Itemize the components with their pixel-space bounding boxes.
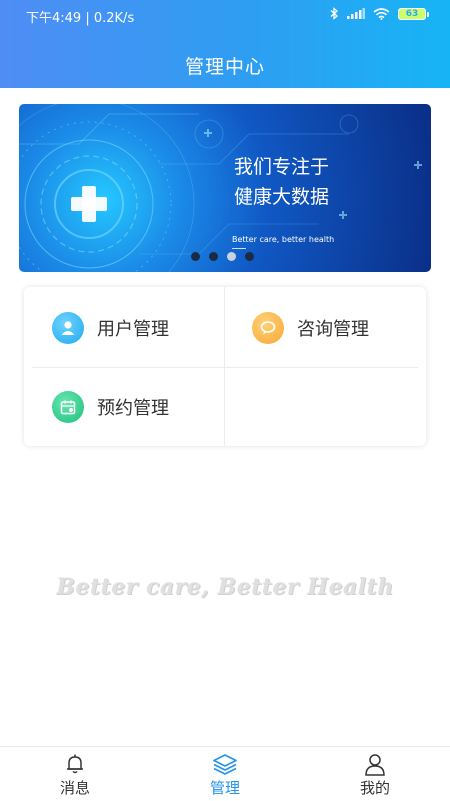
person-icon <box>363 752 387 776</box>
tab-messages[interactable]: 消息 <box>0 747 150 801</box>
bell-icon <box>63 752 87 776</box>
tab-management[interactable]: 管理 <box>150 747 300 801</box>
slogan-watermark: Better care, Better Health <box>56 574 394 600</box>
banner-subtitle: Better care, better health <box>232 235 335 244</box>
status-time-speed: 下午4:49 | 0.2K/s <box>26 7 134 26</box>
banner-line-2: 健康大数据 <box>234 186 330 208</box>
status-bar: 下午4:49 | 0.2K/s 63 <box>0 0 450 30</box>
menu-item-label: 咨询管理 <box>297 319 369 340</box>
bluetooth-icon <box>330 7 338 20</box>
status-icons: 63 <box>330 7 429 20</box>
calendar-icon <box>52 391 84 423</box>
carousel-dot[interactable] <box>209 252 218 261</box>
layers-icon <box>212 752 238 776</box>
signal-icon <box>347 8 365 19</box>
status-time: 下午4:49 <box>26 11 82 26</box>
menu-item-label: 预约管理 <box>97 398 169 419</box>
battery-level: 63 <box>405 8 419 19</box>
grid-divider-horizontal <box>32 367 418 368</box>
menu-item-consult-management[interactable]: 咨询管理 <box>252 308 369 348</box>
carousel-dot-active[interactable] <box>227 252 236 261</box>
bottom-tab-bar: 消息 管理 我的 <box>0 746 450 800</box>
medical-cross-graphic <box>19 104 422 272</box>
battery-icon: 63 <box>398 7 429 20</box>
status-separator: | <box>85 11 94 26</box>
chat-bubble-icon <box>252 312 284 344</box>
carousel-indicators <box>191 252 254 261</box>
carousel-dot[interactable] <box>191 252 200 261</box>
wifi-icon <box>373 7 390 20</box>
menu-item-label: 用户管理 <box>97 319 169 340</box>
banner-line-1: 我们专注于 <box>234 156 330 178</box>
banner-underline <box>232 248 246 249</box>
tab-label: 我的 <box>359 779 390 797</box>
page-title: 管理中心 <box>184 56 265 78</box>
status-speed: 0.2K/s <box>93 11 135 26</box>
tab-label: 管理 <box>209 779 240 797</box>
banner-carousel[interactable]: 我们专注于 健康大数据 Better care, better health <box>19 104 431 272</box>
tab-label: 消息 <box>59 779 90 797</box>
menu-item-appointment-management[interactable]: 预约管理 <box>52 387 169 427</box>
banner-headline: 我们专注于 健康大数据 <box>234 152 329 212</box>
app-header: 下午4:49 | 0.2K/s 63 管理中心 <box>0 0 450 88</box>
menu-item-user-management[interactable]: 用户管理 <box>52 308 169 348</box>
carousel-dot[interactable] <box>245 252 254 261</box>
user-icon <box>52 312 84 344</box>
tab-mine[interactable]: 我的 <box>300 747 450 801</box>
management-menu-grid: 用户管理 咨询管理 预约管理 <box>24 287 426 446</box>
